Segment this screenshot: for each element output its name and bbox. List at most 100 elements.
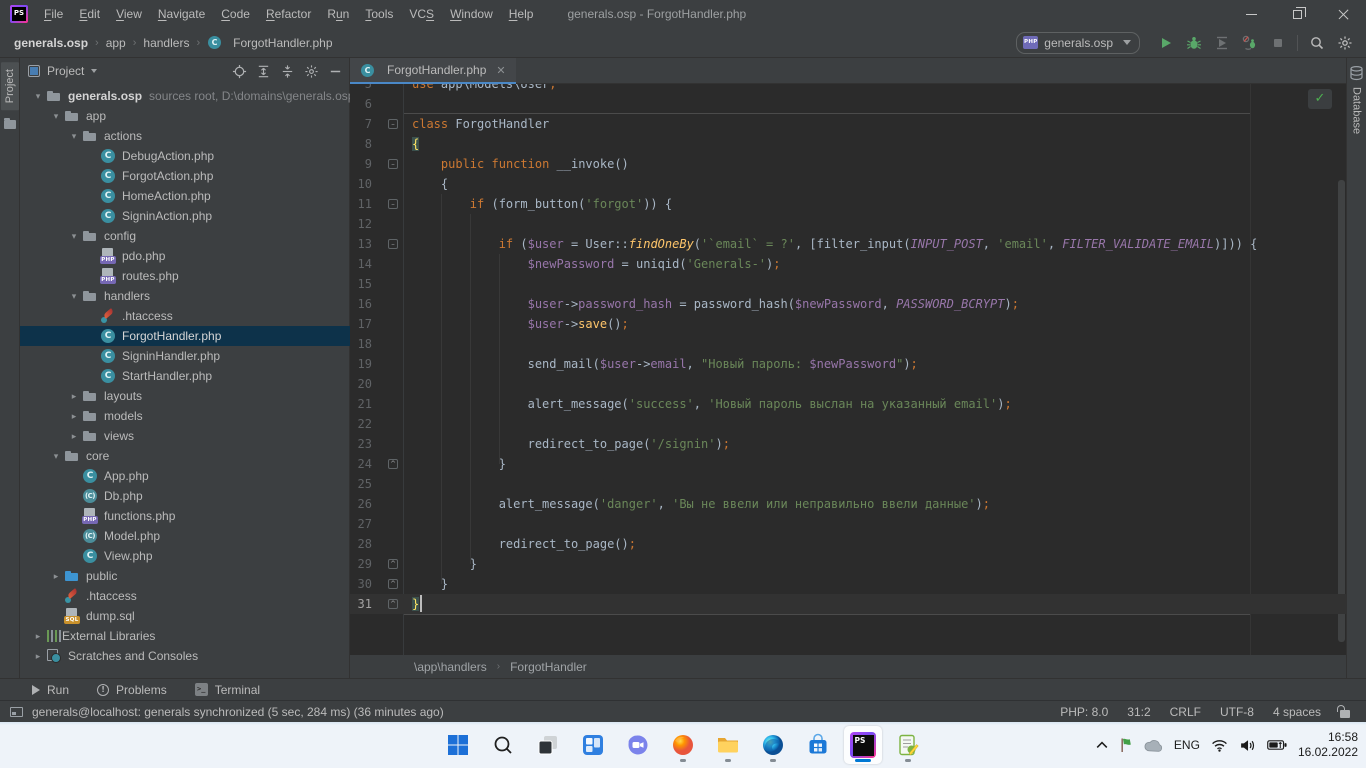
hide-button[interactable] bbox=[328, 64, 343, 79]
tree-item-db-php[interactable]: (C)Db.php bbox=[20, 486, 350, 506]
tree-item-homeaction-php[interactable]: CHomeAction.php bbox=[20, 186, 350, 206]
tree-item-routes-php[interactable]: PHProutes.php bbox=[20, 266, 350, 286]
restore-button[interactable] bbox=[1274, 0, 1320, 28]
fold-end-icon[interactable]: ^ bbox=[388, 579, 398, 589]
tree-item-pdo-php[interactable]: PHPpdo.php bbox=[20, 246, 350, 266]
tree-item-views[interactable]: ▸views bbox=[20, 426, 350, 446]
encoding-widget[interactable]: UTF-8 bbox=[1220, 705, 1254, 719]
coverage-button[interactable] bbox=[1213, 34, 1231, 52]
tree-item--htaccess[interactable]: .htaccess bbox=[20, 586, 350, 606]
tree-item-forgotaction-php[interactable]: CForgotAction.php bbox=[20, 166, 350, 186]
menu-window[interactable]: Window bbox=[442, 0, 501, 28]
tree-item-dump-sql[interactable]: SQLdump.sql bbox=[20, 606, 350, 626]
fold-end-icon[interactable]: ^ bbox=[388, 559, 398, 569]
tree-item-handlers[interactable]: ▾handlers bbox=[20, 286, 350, 306]
menu-help[interactable]: Help bbox=[501, 0, 542, 28]
menu-refactor[interactable]: Refactor bbox=[258, 0, 319, 28]
taskbar-app-store[interactable] bbox=[799, 726, 837, 764]
run-button[interactable] bbox=[1157, 34, 1175, 52]
tree-item-model-php[interactable]: (C)Model.php bbox=[20, 526, 350, 546]
fold-start-icon[interactable]: – bbox=[388, 239, 398, 249]
flag-icon[interactable] bbox=[1119, 737, 1133, 753]
menu-view[interactable]: View bbox=[108, 0, 150, 28]
breadcrumb-package[interactable]: \app\handlers bbox=[414, 660, 487, 674]
breadcrumb-class[interactable]: ForgotHandler bbox=[510, 660, 587, 674]
fold-end-icon[interactable]: ^ bbox=[388, 459, 398, 469]
battery-icon[interactable] bbox=[1267, 739, 1287, 751]
database-stripe-button[interactable]: Database bbox=[1351, 87, 1363, 134]
event-log-icon[interactable] bbox=[10, 707, 23, 717]
tree-item-actions[interactable]: ▾actions bbox=[20, 126, 350, 146]
run-configuration-select[interactable]: PHP generals.osp bbox=[1016, 32, 1140, 54]
menu-tools[interactable]: Tools bbox=[357, 0, 401, 28]
line-separator-widget[interactable]: CRLF bbox=[1170, 705, 1201, 719]
tree-item-functions-php[interactable]: PHPfunctions.php bbox=[20, 506, 350, 526]
tree-item-signinaction-php[interactable]: CSigninAction.php bbox=[20, 206, 350, 226]
menu-code[interactable]: Code bbox=[213, 0, 258, 28]
tool-window-button-terminal[interactable]: >_Terminal bbox=[195, 683, 260, 697]
editor-tab-forgothandler[interactable]: C ForgotHandler.php ✕ bbox=[350, 58, 516, 84]
stop-button[interactable] bbox=[1269, 34, 1287, 52]
taskbar-app-task-view[interactable] bbox=[529, 726, 567, 764]
menu-vcs[interactable]: VCS bbox=[401, 0, 442, 28]
minimize-button[interactable] bbox=[1228, 0, 1274, 28]
tree-item-models[interactable]: ▸models bbox=[20, 406, 350, 426]
breadcrumb-item-generals-osp[interactable]: generals.osp bbox=[14, 36, 88, 50]
tree-item-app[interactable]: ▾app bbox=[20, 106, 350, 126]
language-indicator[interactable]: ENG bbox=[1174, 738, 1200, 752]
breadcrumb-item-forgothandler-php[interactable]: CForgotHandler.php bbox=[207, 35, 332, 50]
tree-item-debugaction-php[interactable]: CDebugAction.php bbox=[20, 146, 350, 166]
tree-item-generals-osp[interactable]: ▾generals.ospsources root, D:\domains\ge… bbox=[20, 86, 350, 106]
tree-item-signinhandler-php[interactable]: CSigninHandler.php bbox=[20, 346, 350, 366]
tool-window-button-problems[interactable]: !Problems bbox=[97, 683, 167, 697]
tool-window-button-run[interactable]: Run bbox=[32, 683, 69, 697]
settings-button[interactable] bbox=[1336, 34, 1354, 52]
tree-item-layouts[interactable]: ▸layouts bbox=[20, 386, 350, 406]
caret-position-widget[interactable]: 31:2 bbox=[1127, 705, 1150, 719]
code-editor[interactable]: ✓ 5use app\Models\User;67–class ForgotHa… bbox=[350, 84, 1346, 655]
status-message[interactable]: generals@localhost: generals synchronize… bbox=[32, 705, 444, 719]
taskbar-app-firefox[interactable] bbox=[664, 726, 702, 764]
php-version-widget[interactable]: PHP: 8.0 bbox=[1060, 705, 1108, 719]
fold-start-icon[interactable]: – bbox=[388, 159, 398, 169]
tree-item-starthandler-php[interactable]: CStartHandler.php bbox=[20, 366, 350, 386]
taskbar-app-notepadpp[interactable] bbox=[889, 726, 927, 764]
taskbar-app-search[interactable] bbox=[484, 726, 522, 764]
taskbar-app-start[interactable] bbox=[439, 726, 477, 764]
attach-debugger-button[interactable] bbox=[1241, 34, 1259, 52]
tree-item-app-php[interactable]: CApp.php bbox=[20, 466, 350, 486]
tree-item-public[interactable]: ▸public bbox=[20, 566, 350, 586]
fold-start-icon[interactable]: – bbox=[388, 199, 398, 209]
menu-navigate[interactable]: Navigate bbox=[150, 0, 213, 28]
fold-end-icon[interactable]: ^ bbox=[388, 599, 398, 609]
chevron-down-icon[interactable] bbox=[91, 69, 97, 73]
onedrive-cloud-icon[interactable] bbox=[1144, 739, 1163, 752]
menu-run[interactable]: Run bbox=[319, 0, 357, 28]
menu-edit[interactable]: Edit bbox=[71, 0, 108, 28]
debug-button[interactable] bbox=[1185, 34, 1203, 52]
tab-close-icon[interactable]: ✕ bbox=[496, 64, 505, 77]
taskbar-app-widgets[interactable] bbox=[574, 726, 612, 764]
tree-item-view-php[interactable]: CView.php bbox=[20, 546, 350, 566]
tree-item-forgothandler-php[interactable]: CForgotHandler.php bbox=[20, 326, 350, 346]
tree-item-core[interactable]: ▾core bbox=[20, 446, 350, 466]
tree-item-config[interactable]: ▾config bbox=[20, 226, 350, 246]
tray-chevron-up-icon[interactable] bbox=[1096, 741, 1108, 749]
taskbar-app-edge[interactable] bbox=[754, 726, 792, 764]
expand-all-button[interactable] bbox=[256, 64, 271, 79]
taskbar-app-phpstorm[interactable]: PS bbox=[844, 726, 882, 764]
locate-button[interactable] bbox=[232, 64, 247, 79]
tree-item--htaccess[interactable]: .htaccess bbox=[20, 306, 350, 326]
lock-icon[interactable] bbox=[1340, 710, 1350, 718]
breadcrumb-item-app[interactable]: app bbox=[106, 36, 126, 50]
volume-icon[interactable] bbox=[1239, 739, 1256, 752]
menu-file[interactable]: File bbox=[36, 0, 71, 28]
indent-widget[interactable]: 4 spaces bbox=[1273, 705, 1321, 719]
fold-start-icon[interactable]: – bbox=[388, 119, 398, 129]
tree-item-scratches-and-consoles[interactable]: ▸Scratches and Consoles bbox=[20, 646, 350, 666]
search-everywhere-button[interactable] bbox=[1308, 34, 1326, 52]
settings-button[interactable] bbox=[304, 64, 319, 79]
project-stripe-button[interactable]: Project bbox=[1, 62, 19, 110]
close-button[interactable] bbox=[1320, 0, 1366, 28]
breadcrumb-item-handlers[interactable]: handlers bbox=[143, 36, 189, 50]
